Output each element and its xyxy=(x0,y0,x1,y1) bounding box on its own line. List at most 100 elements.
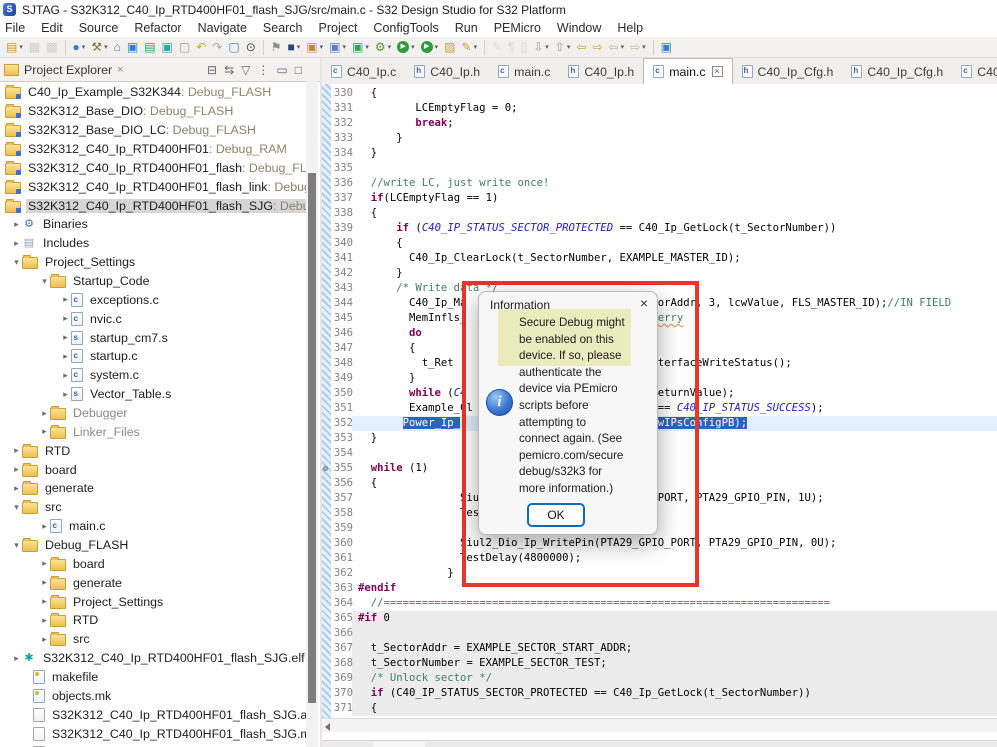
new-c-file-button[interactable]: ▣ xyxy=(125,38,140,56)
tree-item[interactable]: ▸ startup_cm7.s xyxy=(0,328,306,347)
menu-file[interactable]: File xyxy=(0,21,33,35)
tree-item[interactable]: ▸ Vector_Table.s xyxy=(0,385,306,404)
tree-item[interactable]: ▸ Linker_Files xyxy=(0,422,306,441)
menu-source[interactable]: Source xyxy=(71,21,127,35)
view-close-icon[interactable]: × xyxy=(117,64,123,76)
chevron-right-icon[interactable]: ▸ xyxy=(39,596,50,607)
tree-item[interactable]: makefile xyxy=(0,668,306,687)
tree-item[interactable]: ▾ src xyxy=(0,498,306,517)
tree-item[interactable]: S32K312_C40_Ip_RTD400HF01_flash_SJG.map xyxy=(0,724,306,743)
tree-item[interactable]: ▸ src xyxy=(0,630,306,649)
tree-item[interactable]: ▸ ⚙ Binaries xyxy=(0,215,306,234)
tree-item[interactable]: S32K312_C40_Ip_RTD400HF01: Debug_RAM xyxy=(0,140,306,159)
tree-item[interactable]: ▸ board xyxy=(0,554,306,573)
tree-item[interactable]: ▸ exceptions.c xyxy=(0,290,306,309)
skip-breakpoints-button[interactable]: ● ▾ xyxy=(71,38,88,56)
explorer-scrollbar[interactable] xyxy=(306,81,318,747)
chevron-right-icon[interactable]: ▸ xyxy=(39,426,50,437)
import-project-button[interactable]: ▣ ▾ xyxy=(327,38,348,56)
tree-item[interactable]: C40_Ip_Example_S32K344: Debug_FLASH xyxy=(0,83,306,102)
filter-icon[interactable]: ▽ xyxy=(241,64,250,76)
profile-tool-button[interactable]: ▤ xyxy=(142,38,157,56)
chevron-right-icon[interactable]: ▸ xyxy=(11,653,22,664)
tree-item[interactable]: ▸ board xyxy=(0,460,306,479)
editor-tab-main.c[interactable]: main.c × xyxy=(643,58,733,84)
tab-close-icon[interactable]: × xyxy=(711,66,723,77)
chevron-right-icon[interactable]: ▸ xyxy=(60,370,71,381)
undo-button[interactable]: ↶ xyxy=(194,38,208,56)
dialog-close-icon[interactable]: × xyxy=(640,295,648,311)
horizontal-scrollbar[interactable] xyxy=(322,718,997,732)
scroll-left-arrow-icon[interactable] xyxy=(325,723,330,731)
chevron-right-icon[interactable]: ▸ xyxy=(60,351,71,362)
chevron-right-icon[interactable]: ▸ xyxy=(60,389,71,400)
tree-item[interactable]: S32K312_Base_DIO: Debug_FLASH xyxy=(0,102,306,121)
open-element-button[interactable]: ▨ xyxy=(442,38,457,56)
chevron-right-icon[interactable]: ▸ xyxy=(39,615,50,626)
chevron-right-icon[interactable]: ▸ xyxy=(39,558,50,569)
editor-tab-C40_Ip.h[interactable]: C40_Ip.h xyxy=(405,59,489,84)
chevron-right-icon[interactable]: ▸ xyxy=(39,634,50,645)
forward-history-button[interactable]: ⇨ ▾ xyxy=(628,38,648,56)
open-console-button[interactable]: ▢ xyxy=(226,38,241,56)
open-perspective-button[interactable]: ▣ xyxy=(659,38,674,56)
tree-item[interactable]: ▾ Debug_FLASH xyxy=(0,536,306,555)
build-project-button[interactable]: ⌂ xyxy=(112,38,123,56)
tree-item[interactable]: S32K312_C40_Ip_RTD400HF01_flash_link: De… xyxy=(0,177,306,196)
menu-run[interactable]: Run xyxy=(447,21,486,35)
menu-project[interactable]: Project xyxy=(311,21,366,35)
chevron-right-icon[interactable]: ▸ xyxy=(60,313,71,324)
menu-refactor[interactable]: Refactor xyxy=(126,21,189,35)
chevron-down-icon[interactable]: ▾ xyxy=(11,502,22,513)
tree-item[interactable]: ▸ Project_Settings xyxy=(0,592,306,611)
chevron-down-icon[interactable]: ▾ xyxy=(11,257,22,268)
back-history-button[interactable]: ⇦ ▾ xyxy=(607,38,627,56)
chevron-right-icon[interactable]: ▸ xyxy=(11,219,22,230)
search-button[interactable]: ⊙ xyxy=(244,38,258,56)
chevron-right-icon[interactable]: ▸ xyxy=(39,577,50,588)
last-edit-location-button[interactable]: ⇦ xyxy=(574,38,588,56)
editor-tab-C40_Ip_Cfg.h[interactable]: C40_Ip_Cfg.h xyxy=(842,59,952,84)
ok-button[interactable]: OK xyxy=(527,503,585,527)
new-wizard-button[interactable]: ▤ ▾ xyxy=(4,38,25,56)
new-project-button[interactable]: ▣ ▾ xyxy=(304,38,325,56)
tree-item[interactable]: ▸ RTD xyxy=(0,611,306,630)
tree-item[interactable]: S32K312_C40_Ip_RTD400HF01_flash: Debug_F… xyxy=(0,158,306,177)
chevron-down-icon[interactable]: ▾ xyxy=(11,540,22,551)
tree-item[interactable]: S32K312_Base_DIO_LC: Debug_FLASH xyxy=(0,121,306,140)
tree-item[interactable]: ▸ nvic.c xyxy=(0,309,306,328)
tree-item[interactable]: ▸ RTD xyxy=(0,441,306,460)
view-menu-icon[interactable]: ⋮ xyxy=(257,64,269,76)
tree-item[interactable]: ▸ generate xyxy=(0,573,306,592)
chevron-right-icon[interactable]: ▸ xyxy=(11,238,22,249)
page-tool-button[interactable]: ▢ xyxy=(177,38,192,56)
tree-item[interactable]: ▾ Startup_Code xyxy=(0,272,306,291)
menu-search[interactable]: Search xyxy=(255,21,311,35)
chevron-right-icon[interactable]: ▸ xyxy=(60,332,71,343)
editor-tab-C40_Ip.h[interactable]: C40_Ip.h xyxy=(559,59,643,84)
run-button[interactable]: ▶ ▾ xyxy=(395,38,417,56)
menu-configtools[interactable]: ConfigTools xyxy=(365,21,446,35)
tree-item[interactable]: ▸ Debugger xyxy=(0,404,306,423)
chevron-right-icon[interactable]: ▸ xyxy=(60,294,71,305)
annotate-button[interactable]: ✎ ▾ xyxy=(460,38,480,56)
toggle-mark-button[interactable]: ⚑ xyxy=(269,38,284,56)
chevron-right-icon[interactable]: ▸ xyxy=(39,521,50,532)
chevron-right-icon[interactable]: ▸ xyxy=(11,445,22,456)
collapse-all-icon[interactable]: ⊟ xyxy=(207,64,217,76)
external-tools-button[interactable]: ⚙ ▾ xyxy=(373,38,393,56)
forward-edit-button[interactable]: ⇨ xyxy=(590,38,604,56)
tree-item[interactable]: ▸ main.c xyxy=(0,517,306,536)
redo-button[interactable]: ↷ xyxy=(210,38,224,56)
tree-item[interactable]: ▸ system.c xyxy=(0,366,306,385)
tree-item[interactable]: objects.mk xyxy=(0,687,306,706)
explorer-scrollbar-thumb[interactable] xyxy=(308,173,316,703)
menu-edit[interactable]: Edit xyxy=(33,21,71,35)
next-annotation-button[interactable]: ⇩ ▾ xyxy=(531,38,551,56)
tree-item[interactable]: ▸ generate xyxy=(0,479,306,498)
tree-item[interactable]: ▸ startup.c xyxy=(0,347,306,366)
tree-item[interactable]: ▸ ✱ S32K312_C40_Ip_RTD400HF01_flash_SJG.el… xyxy=(0,649,306,668)
chevron-right-icon[interactable]: ▸ xyxy=(11,464,22,475)
menu-window[interactable]: Window xyxy=(549,21,609,35)
editor-tab-C40_Ip.c[interactable]: C40_Ip.c xyxy=(322,59,405,84)
